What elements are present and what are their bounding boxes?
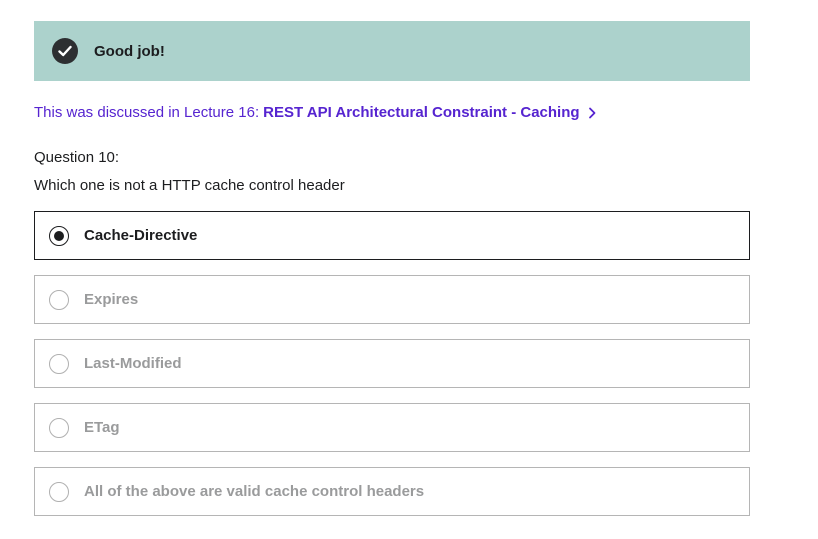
radio-button[interactable]: [49, 417, 69, 438]
success-message: Good job!: [94, 42, 165, 60]
answer-option-all-valid[interactable]: All of the above are valid cache control…: [34, 467, 750, 516]
answer-option-label: All of the above are valid cache control…: [84, 483, 425, 500]
answer-option-label: Last-Modified: [84, 355, 182, 372]
radio-dot: [54, 230, 64, 241]
answer-option-etag[interactable]: ETag: [34, 403, 750, 452]
radio-button-selected[interactable]: [49, 225, 69, 246]
answer-option-cache-directive[interactable]: Cache-Directive: [34, 211, 750, 260]
question-text: Which one is not a HTTP cache control he…: [34, 177, 345, 194]
answer-option-last-modified[interactable]: Last-Modified: [34, 339, 750, 388]
answer-option-label: Cache-Directive: [84, 227, 198, 244]
question-number: Question 10:: [34, 149, 120, 166]
quiz-result-page: Good job! This was discussed in Lecture …: [0, 0, 818, 539]
check-circle-icon: [52, 38, 78, 64]
radio-button[interactable]: [49, 353, 69, 374]
answer-option-label: Expires: [84, 291, 139, 308]
radio-button[interactable]: [49, 481, 69, 502]
lecture-reference-prefix: This was discussed in Lecture 16:: [34, 104, 260, 121]
lecture-link[interactable]: REST API Architectural Constraint - Cach…: [263, 104, 579, 121]
lecture-reference: This was discussed in Lecture 16: REST A…: [34, 104, 596, 121]
chevron-right-icon[interactable]: [588, 107, 596, 119]
radio-button[interactable]: [49, 289, 69, 310]
success-banner: Good job!: [34, 21, 750, 81]
answer-option-label: ETag: [84, 419, 120, 436]
answer-options: Cache-Directive Expires Last-Modified ET…: [34, 211, 750, 531]
answer-option-expires[interactable]: Expires: [34, 275, 750, 324]
